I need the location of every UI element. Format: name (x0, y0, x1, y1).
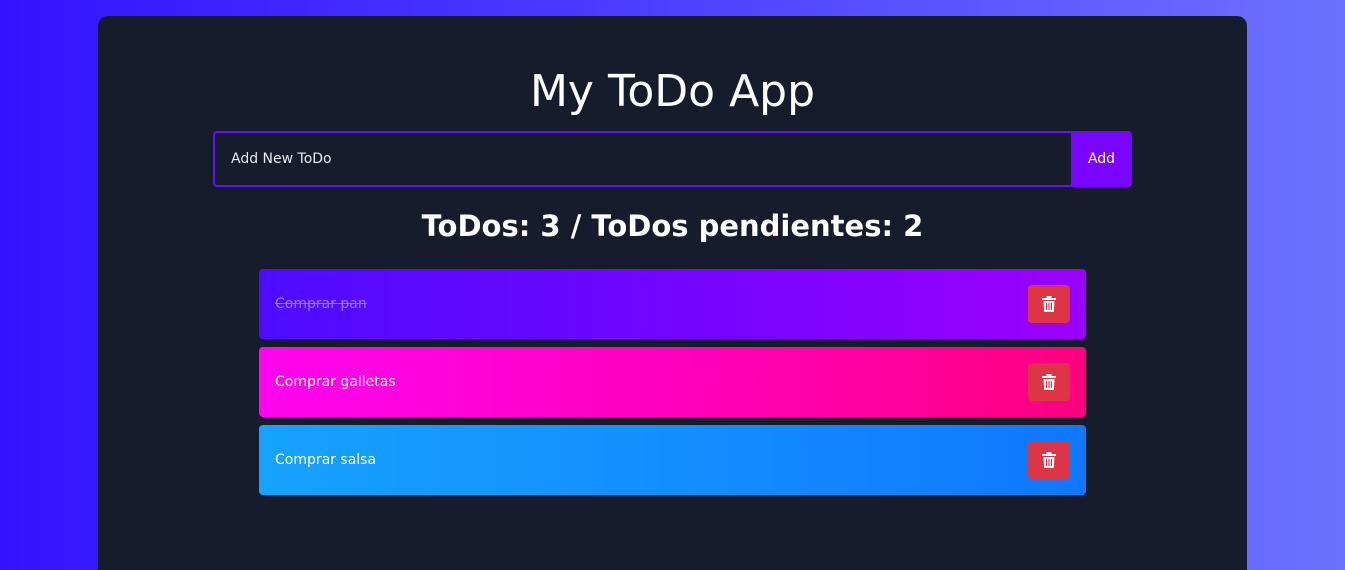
todo-label[interactable]: Comprar galletas (275, 374, 396, 390)
delete-button[interactable] (1028, 441, 1070, 479)
todo-counter: ToDos: 3 / ToDos pendientes: 2 (421, 209, 924, 243)
todo-item[interactable]: Comprar galletas (259, 347, 1086, 417)
todo-label[interactable]: Comprar salsa (275, 452, 376, 468)
delete-button[interactable] (1028, 363, 1070, 401)
add-todo-form: Add (213, 131, 1132, 187)
todo-list: Comprar pan Comprar galletas Comprar sal… (259, 269, 1086, 503)
todo-item[interactable]: Comprar salsa (259, 425, 1086, 495)
trash-icon (1042, 296, 1056, 312)
delete-button[interactable] (1028, 285, 1070, 323)
add-button[interactable]: Add (1071, 131, 1132, 187)
trash-icon (1042, 374, 1056, 390)
app-card: My ToDo App Add ToDos: 3 / ToDos pendien… (98, 16, 1247, 570)
new-todo-input[interactable] (213, 131, 1071, 187)
page-title: My ToDo App (529, 66, 816, 117)
todo-label[interactable]: Comprar pan (275, 296, 367, 312)
todo-item[interactable]: Comprar pan (259, 269, 1086, 339)
trash-icon (1042, 452, 1056, 468)
